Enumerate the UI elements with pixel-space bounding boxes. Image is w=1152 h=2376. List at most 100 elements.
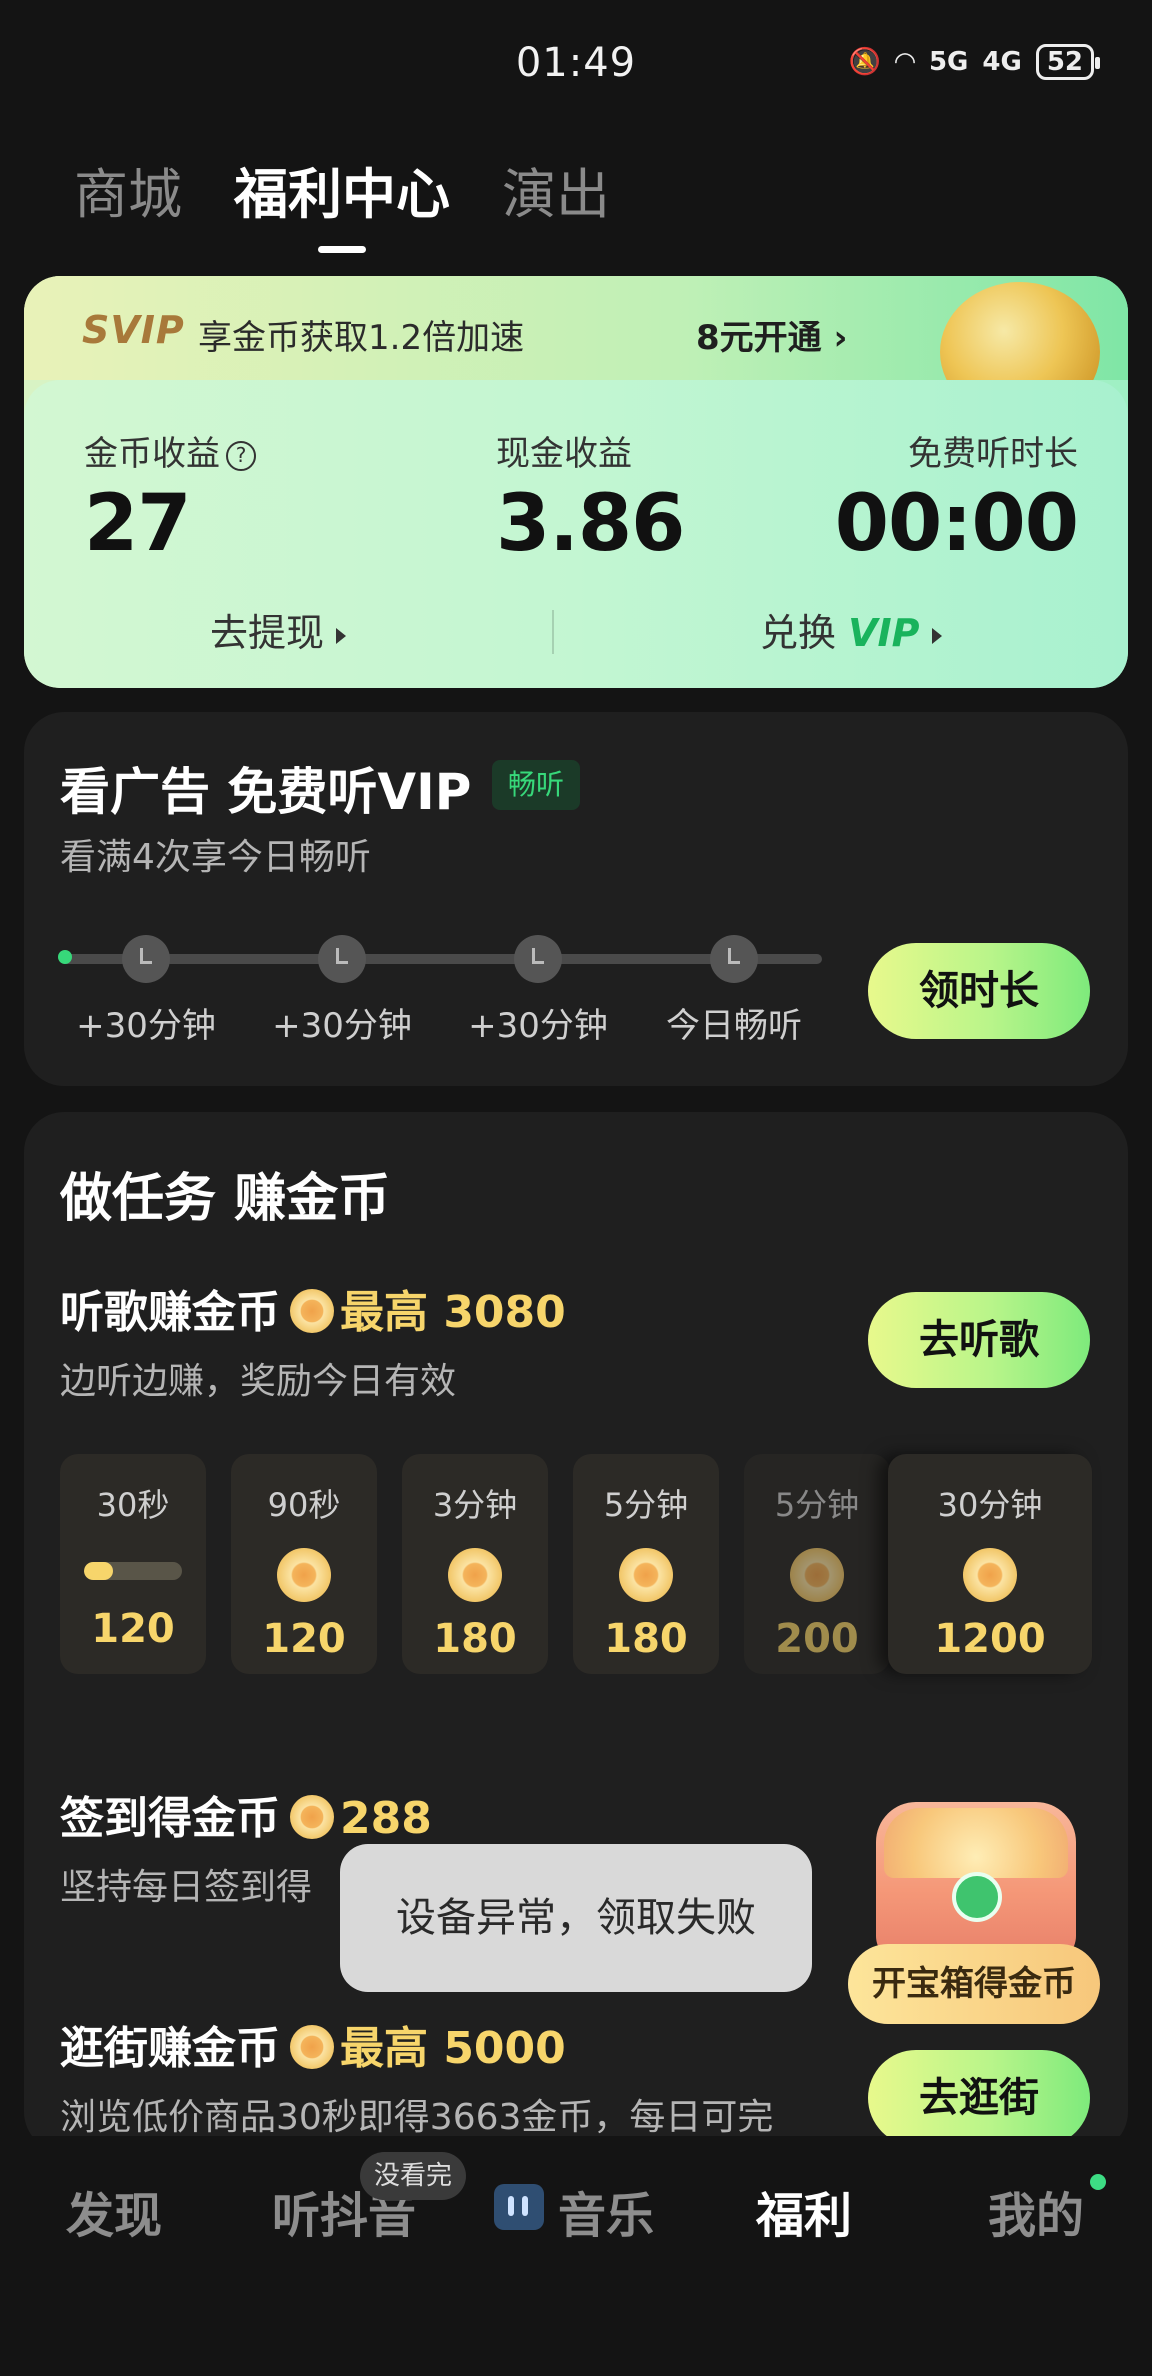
listen-reward-tile[interactable]: 3分钟 180 (402, 1454, 548, 1674)
cash-earnings-value: 3.86 (496, 479, 685, 569)
exchange-label: 兑换 (760, 611, 837, 655)
listen-task-reward: 最高 3080 (340, 1287, 566, 1338)
coin-earnings: 金币收益? 27 (84, 426, 256, 569)
tile-time: 5分钟 (603, 1486, 689, 1524)
signin-task-name: 签到得金币 (60, 1793, 280, 1844)
vip-label: VIP (848, 611, 920, 655)
earnings-card: SVIP 享金币获取1.2倍加速 8元开通 › 金币收益? 27 现金收益 3.… (24, 276, 1128, 688)
caret-right-icon (931, 627, 942, 644)
nav-mine[interactable]: 我的 (988, 2176, 1084, 2246)
clock-icon (122, 935, 170, 983)
withdraw-link[interactable]: 去提现 (210, 602, 347, 657)
go-shopping-button[interactable]: 去逛街 (868, 2050, 1090, 2146)
nav-welfare[interactable]: 福利 (756, 2176, 852, 2246)
chest-coins (884, 1808, 1068, 1878)
clock-icon (514, 935, 562, 983)
tab-shows[interactable]: 演出 (502, 150, 610, 229)
claim-time-button[interactable]: 领时长 (868, 943, 1090, 1039)
caret-right-icon (336, 627, 347, 644)
tile-value: 120 (91, 1606, 175, 1652)
tile-time: 90秒 (267, 1486, 341, 1524)
ad-progress-start-dot (58, 950, 72, 964)
top-tabs: 商城 福利中心 演出 (74, 150, 610, 253)
ad-section-title: 看广告 免费听VIP (60, 763, 472, 821)
svip-open-button[interactable]: 8元开通 › (696, 310, 848, 359)
go-listen-button[interactable]: 去听歌 (868, 1292, 1090, 1388)
tile-time: 3分钟 (432, 1486, 518, 1524)
ad-step-label: 今日畅听 (666, 1006, 802, 1046)
exchange-vip-link[interactable]: 兑换 VIP (760, 602, 942, 657)
error-toast: 设备异常，领取失败 (340, 1844, 812, 1992)
free-listen-time-label: 免费听时长 (908, 434, 1078, 474)
tile-value: 1200 (934, 1616, 1046, 1662)
help-icon[interactable]: ? (226, 440, 256, 471)
listen-task-title: 听歌赚金币 最高 3080 (60, 1276, 566, 1340)
cash-earnings: 现金收益 3.86 (496, 426, 685, 569)
shopping-task-title: 逛街赚金币 最高 5000 (60, 2012, 566, 2076)
tile-value: 200 (775, 1616, 859, 1662)
unwatched-badge: 没看完 (360, 2152, 467, 2200)
clock-icon (318, 935, 366, 983)
bottom-nav (0, 2136, 1152, 2376)
notification-dot (1090, 2174, 1106, 2190)
tile-value: 120 (262, 1616, 346, 1662)
coin-icon (448, 1548, 502, 1602)
open-chest-button[interactable]: 开宝箱得金币 (848, 1944, 1100, 2024)
coin-icon (290, 2025, 334, 2069)
svip-promo-text: 享金币获取1.2倍加速 (198, 318, 525, 358)
ad-progress-track (62, 954, 822, 964)
tile-progress-fill (84, 1562, 114, 1580)
listen-reward-tile[interactable]: 5分钟 200 (744, 1454, 890, 1674)
coin-icon (619, 1548, 673, 1602)
ad-section-subtitle: 看满4次享今日畅听 (60, 837, 371, 878)
coin-icon (277, 1548, 331, 1602)
listen-reward-tile-grand[interactable]: 30分钟 1200 (888, 1454, 1092, 1674)
coin-earnings-label: 金币收益 (84, 434, 220, 474)
tile-time: 5分钟 (774, 1486, 860, 1524)
status-icons: 🔕 ◠ 5G 4G 52 (848, 44, 1101, 80)
nav-music[interactable]: 音乐 (558, 2176, 654, 2246)
coin-icon (290, 1795, 334, 1839)
wifi-icon: ◠ (894, 47, 915, 77)
free-listen-time: 免费听时长 00:00 (834, 426, 1079, 569)
signal-5g-icon: 5G (928, 47, 969, 77)
free-listen-time-value: 00:00 (834, 479, 1079, 569)
ad-step-label: +30分钟 (272, 1006, 412, 1046)
unlimited-listen-badge: 畅听 (492, 760, 581, 810)
shopping-task-subtitle: 浏览低价商品30秒即得3663金币，每日可完 (60, 2097, 774, 2138)
tab-mall[interactable]: 商城 (74, 150, 182, 229)
status-bar: 01:49 🔕 ◠ 5G 4G 52 (0, 0, 1152, 130)
coin-stack-icon (963, 1548, 1017, 1602)
signin-task-subtitle: 坚持每日签到得 (60, 1867, 313, 1908)
listen-task-subtitle: 边听边赚，奖励今日有效 (60, 1361, 457, 1402)
tile-value: 180 (604, 1616, 688, 1662)
battery-icon: 52 (1035, 44, 1101, 80)
shopping-task-reward: 最高 5000 (340, 2023, 566, 2074)
cash-earnings-label: 现金收益 (496, 434, 632, 474)
signin-task-reward: 288 (340, 1793, 432, 1844)
clock-icon (710, 935, 758, 983)
coin-icon (790, 1548, 844, 1602)
ad-step-label: +30分钟 (468, 1006, 608, 1046)
tasks-title: 做任务 赚金币 (60, 1169, 391, 1229)
music-note-icon (952, 1872, 1002, 1922)
music-app-icon (494, 2184, 544, 2230)
withdraw-label: 去提现 (210, 611, 325, 655)
coin-icon (290, 1289, 334, 1333)
tile-time: 30秒 (96, 1486, 170, 1524)
divider (552, 610, 554, 654)
mute-icon: 🔕 (848, 47, 881, 77)
listen-reward-tile[interactable]: 5分钟 180 (573, 1454, 719, 1674)
listen-reward-tile[interactable]: 90秒 120 (231, 1454, 377, 1674)
nav-discover[interactable]: 发现 (66, 2176, 162, 2246)
shopping-task-name: 逛街赚金币 (60, 2023, 280, 2074)
svip-logo: SVIP (82, 308, 185, 352)
tab-welfare-center[interactable]: 福利中心 (234, 150, 450, 253)
signal-4g-icon: 4G (982, 47, 1022, 77)
tile-time: 30分钟 (937, 1486, 1043, 1524)
tile-value: 180 (433, 1616, 517, 1662)
listen-reward-tile[interactable]: 30秒 120 (60, 1454, 206, 1674)
coin-earnings-value: 27 (84, 479, 192, 569)
ad-step-label: +30分钟 (76, 1006, 216, 1046)
listen-task-name: 听歌赚金币 (60, 1287, 280, 1338)
